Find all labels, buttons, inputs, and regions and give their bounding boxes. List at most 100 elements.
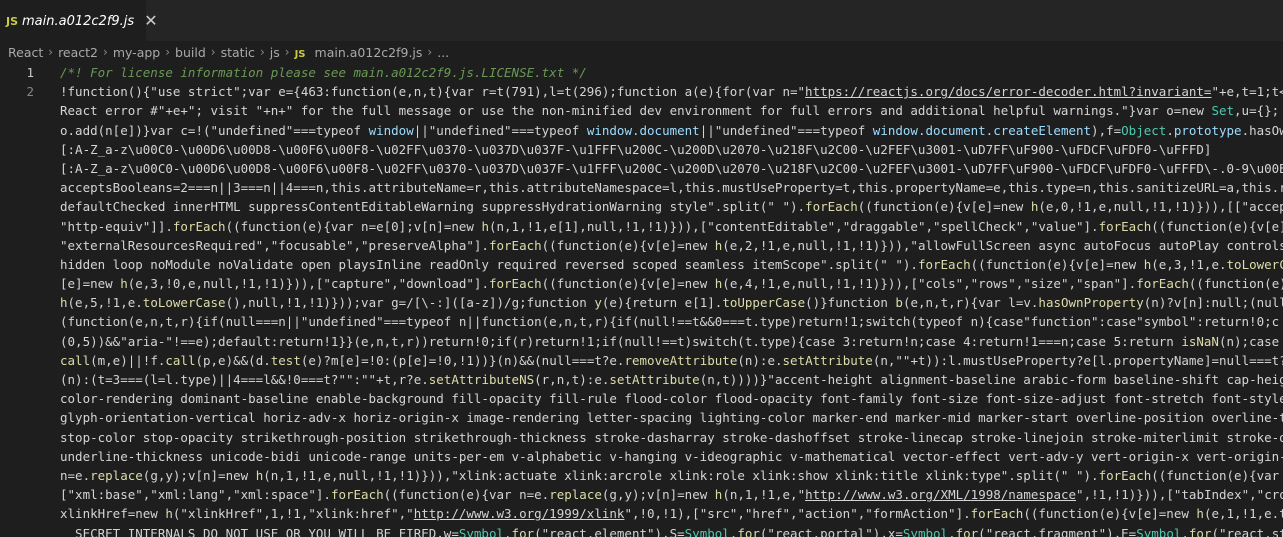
code-token: for [737,525,760,537]
close-icon[interactable]: ✕ [144,13,157,29]
code-token: !function(){"use strict";var e={463:func… [60,84,806,100]
code-token: ((function(e){var n=e. [383,487,550,503]
code-line: (function(e,n,t,r){if(null===n||"undefin… [60,312,1283,331]
code-token: forEach [805,199,858,215]
code-token: (e){return e[1]. [601,295,723,311]
code-token: (e,1,!1,e.to [1203,506,1283,522]
code-token: . [1166,122,1174,138]
code-token: replace [549,487,602,503]
code-token: ",!1,!1)})),["tabIndex","crossO [1076,487,1283,503]
breadcrumb-item-js[interactable]: js [270,45,280,60]
breadcrumb-file-label: main.a012c2f9.js [314,44,423,60]
code-token: (e,5,!1,e. [67,295,143,311]
code-token: h [165,506,173,522]
tab-main-js[interactable]: JS main.a012c2f9.js ✕ [0,0,158,41]
code-token: http://www.w3.org/1999/xlink [413,506,625,522]
code-line: color-rendering dominant-baseline enable… [60,389,1283,408]
code-token: (),null,!1,!1)}));var g=/[\-:]([a-z])/g;… [225,295,595,311]
code-token: forEach [1136,276,1189,292]
javascript-file-icon: JS [294,48,306,60]
code-token: [:A-Z_a-z\u00C0-\u00D6\u00D8-\u00F6\u00F… [60,160,1283,176]
code-line: call(m,e)||!f.call(p,e)&&(d.test(e)?m[e]… [60,351,1283,370]
code-token: call [165,352,196,368]
code-token: toUpperCase [722,295,806,311]
code-token: (n):(t=3===(l=l.type)||4===l&&!0===t?"":… [60,372,429,387]
code-token: ((function(e){v[e]=new [1023,506,1197,522]
code-token: (p,e)&&(d. [195,352,271,368]
breadcrumb-item-react2[interactable]: react2 [58,45,98,60]
code-line: stop-color stop-opacity strikethrough-po… [60,428,1283,447]
code-text-area[interactable]: /*! For license information please see m… [60,63,1283,537]
code-token: ((function(e){v[e]=new [857,199,1031,215]
code-token: for [955,525,979,537]
code-token: xlinkHref=new [60,506,166,522]
code-line: underline-thickness unicode-bidi unicode… [60,447,1283,466]
code-token: (r,n,t):e. [534,372,610,387]
code-token: window [368,122,414,138]
code-token: removeAttribute [624,352,738,368]
code-line: h(e,5,!1,e.toLowerCase(),null,!1,!1)}));… [60,293,1283,312]
code-token: (e,3,!0,e,null,!1,!1)})),["capture","dow… [127,276,489,292]
code-token: window.document [586,122,700,138]
code-token: Symbol [902,525,949,537]
breadcrumb-item-my-app[interactable]: my-app [113,45,160,60]
code-token: ["xml:base","xml:lang","xml:space"]. [60,487,331,503]
breadcrumb-item-file[interactable]: JS main.a012c2f9.js [295,45,423,60]
code-token: [e]=new [60,276,121,292]
code-token: (e,n,t,r){var l=v. [902,295,1039,311]
line-number: 1 [26,65,34,80]
tab-bar: JS main.a012c2f9.js ✕ [0,0,1283,41]
code-token: stop-color stop-opacity strikethrough-po… [60,429,1283,445]
code-token: for [511,525,535,537]
code-token: "+e,t=1;t< [1211,84,1283,100]
code-token: window.document.createElement [872,122,1092,138]
line-number: 2 [26,84,34,100]
code-token: prototype [1173,122,1242,138]
code-token: (function(e,n,t,r){if(null===n||"undefin… [60,314,1280,330]
code-token: (g,y);v[n]=new [601,487,715,503]
code-token: (n,1,!1,e,null,!1,!1)})),"xlink:actuate … [263,467,1099,483]
code-line: React error #"+e+"; visit "+n+" for the … [60,101,1283,120]
code-token: . [504,525,512,537]
code-token: (n,1,!1,e," [722,487,806,503]
chevron-right-icon: › [427,45,433,59]
chevron-right-icon: › [284,45,290,59]
code-token: ),f= [1091,122,1122,138]
code-token: __SECRET_INTERNALS_DO_NOT_USE_OR_YOU_WIL… [60,525,459,537]
breadcrumb-item-build[interactable]: build [175,45,206,60]
code-token: ((function(e){v[e]=new [970,256,1144,272]
code-token: React error #"+e+"; visit "+n+" for the … [60,103,1212,119]
code-token: forEach [1098,467,1152,483]
chevron-right-icon: › [210,45,216,59]
chevron-right-icon: › [165,45,171,59]
code-token: forEach [917,256,971,272]
code-token: (n,""+t)):l.mustUseProperty?e[l.property… [872,352,1283,368]
code-token: (n)?v[n]:null;(null [1143,295,1283,311]
chevron-right-icon: › [259,45,265,59]
code-line: (n):(t=3===(l=l.type)||4===l&&!0===t?"":… [60,370,1283,389]
breadcrumb-item-static[interactable]: static [221,45,255,60]
code-token: http://www.w3.org/XML/1998/namespace [805,487,1077,503]
code-token: for [1188,525,1212,537]
code-token: . [1181,525,1189,537]
code-token: (m,e)||!f. [90,352,166,368]
breadcrumb-item-react[interactable]: React [8,45,43,60]
code-line: [e]=new h(e,3,!0,e,null,!1,!1)})),["capt… [60,274,1283,293]
code-token: defaultChecked innerHTML suppressContent… [60,199,806,215]
code-token: ||"undefined"===typeof [699,122,873,138]
code-token: (e,0,!1,e,null,!1,!1)})),[["acceptC [1038,199,1283,215]
code-line: "http-equiv"]].forEach((function(e){var … [60,217,1283,236]
code-token: forEach [330,487,384,503]
code-line: acceptsBooleans=2===n||3===n||4===n,this… [60,178,1283,197]
code-editor[interactable]: 1 2 /*! For license information please s… [0,63,1283,537]
code-line: [:A-Z_a-z\u00C0-\u00D6\u00D8-\u00F6\u00F… [60,140,1283,159]
code-token: h [60,295,68,311]
breadcrumb-ellipsis[interactable]: ... [437,45,449,60]
code-token: ("xlinkHref",1,!1,"xlink:href"," [172,506,414,522]
code-line: (0,5))&&"aria-"!==e);default:return!1}}(… [60,332,1283,351]
code-token: acceptsBooleans=2===n||3===n||4===n,this… [60,180,1283,196]
code-token: ((function(e){var n [1151,467,1283,483]
code-token: replace [90,467,143,483]
code-token: setAttributeNS [428,372,535,387]
code-line: hidden loop noModule noValidate open pla… [60,255,1283,274]
